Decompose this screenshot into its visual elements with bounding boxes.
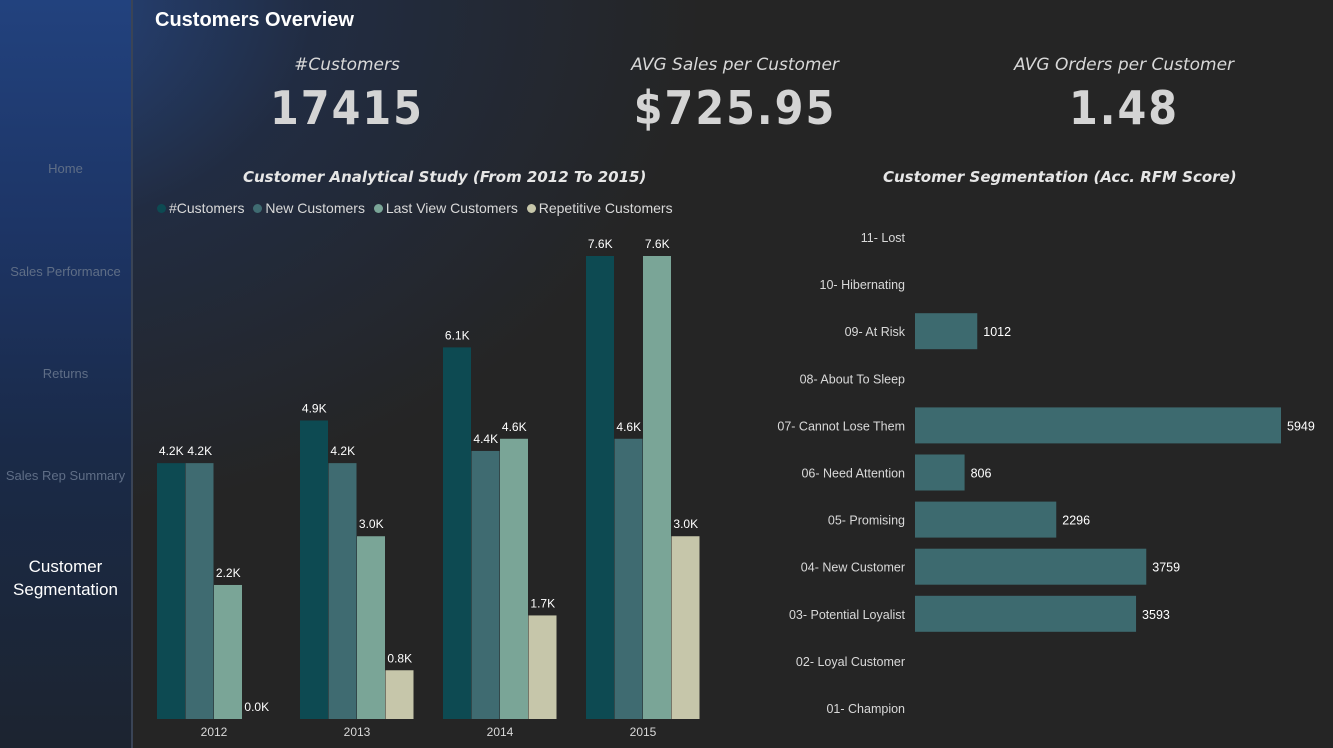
segment-bar — [915, 501, 1057, 538]
y-category-label: 05- Promising — [828, 514, 905, 528]
column-data-label: 2.2K — [216, 566, 241, 580]
y-category-label: 09- At Risk — [845, 325, 906, 339]
column-data-label: 7.6K — [645, 237, 670, 251]
segment-data-label: 3593 — [1142, 608, 1170, 622]
column-data-label: 0.0K — [244, 700, 269, 714]
segment-bar — [915, 548, 1147, 585]
y-category-label: 10- Hibernating — [820, 278, 906, 292]
column-bar — [614, 438, 643, 719]
column-bar — [214, 584, 242, 719]
column-data-label: 7.6K — [588, 237, 613, 251]
segment-bar — [915, 454, 965, 491]
column-bar — [671, 536, 700, 719]
segment-data-label: 3759 — [1152, 561, 1180, 575]
segment-bar — [915, 407, 1281, 444]
y-category-label: 07- Cannot Lose Them — [777, 419, 905, 433]
y-category-label: 02- Loyal Customer — [796, 655, 905, 669]
column-bar — [586, 256, 614, 719]
x-tick-label: 2015 — [630, 725, 657, 739]
column-data-label: 1.7K — [530, 596, 555, 610]
x-tick-label: 2013 — [344, 725, 371, 739]
column-bar — [328, 463, 357, 719]
column-data-label: 6.1K — [445, 328, 470, 342]
column-data-label: 4.2K — [187, 444, 212, 458]
column-data-label: 3.0K — [359, 517, 384, 531]
column-bar — [443, 347, 471, 719]
segment-data-label: 5949 — [1287, 419, 1315, 433]
segment-data-label: 1012 — [983, 325, 1011, 339]
x-tick-label: 2014 — [487, 725, 514, 739]
column-data-label: 4.6K — [502, 420, 527, 434]
segment-bar — [915, 595, 1137, 632]
column-data-label: 0.8K — [387, 651, 412, 665]
y-category-label: 01- Champion — [826, 702, 905, 716]
column-data-label: 3.0K — [673, 517, 698, 531]
column-chart: 4.2K 4.2K2.2K0.0K20124.9K4.2K3.0K0.8K2013… — [157, 231, 1315, 739]
x-tick-label: 2012 — [201, 725, 228, 739]
segment-data-label: 806 — [971, 467, 992, 481]
column-data-label: 4.6K — [616, 420, 641, 434]
y-category-label: 11- Lost — [861, 231, 906, 245]
y-category-label: 03- Potential Loyalist — [789, 608, 906, 622]
column-bar — [185, 463, 214, 719]
y-category-label: 06- Need Attention — [801, 467, 905, 481]
column-data-label: 4.2K — [159, 444, 184, 458]
segment-bar — [915, 313, 978, 350]
column-bar — [500, 438, 528, 719]
column-bar — [385, 670, 414, 719]
column-bar — [300, 420, 328, 719]
column-data-label: 4.2K — [330, 444, 355, 458]
segment-data-label: 2296 — [1062, 514, 1090, 528]
column-bar — [157, 463, 185, 719]
y-category-label: 04- New Customer — [801, 561, 905, 575]
column-bar — [528, 615, 557, 719]
column-data-label: 4.9K — [302, 401, 327, 415]
column-bar — [471, 450, 500, 719]
column-data-label: 4.4K — [473, 432, 498, 446]
y-category-label: 08- About To Sleep — [800, 372, 905, 386]
column-bar — [643, 256, 671, 719]
column-bar — [357, 536, 385, 719]
